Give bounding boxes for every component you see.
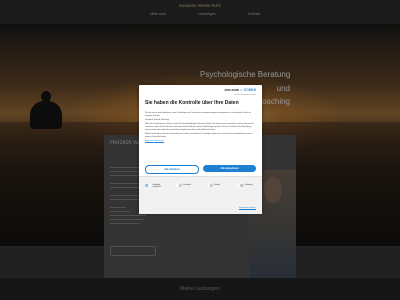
toggle-label: Marketing (244, 184, 253, 186)
toggle-label: Unbedingt erforderlich (152, 184, 161, 188)
brand-onecom-logo: one.com (224, 88, 239, 92)
brand-ccm19-logo: CCM19 (243, 88, 256, 92)
imprint-link[interactable]: Impressum (145, 140, 154, 142)
brand-separator: x (240, 88, 243, 92)
consent-paragraph: Wenn Sie auf „Akzeptieren“ klicken, erte… (145, 123, 254, 131)
consent-title: Sie haben die Kontrolle über Ihre Daten (145, 100, 239, 106)
accept-all-button[interactable]: Alle akzeptieren (203, 165, 256, 172)
consent-toggles: Unbedingt erforderlich Funktional Statis… (145, 184, 256, 188)
brand-subtitle: Consent Management Provider (233, 95, 256, 96)
consent-links: Impressum Datenschutz (145, 140, 256, 143)
toggle-required[interactable]: Unbedingt erforderlich (145, 184, 163, 188)
toggle-switch[interactable] (145, 184, 151, 188)
consent-options: Unbedingt erforderlich Funktional Statis… (139, 176, 262, 214)
toggle-label: Statistik (214, 184, 221, 186)
consent-brand: one.com x CCM19 (224, 88, 256, 92)
consent-paragraph: Weitere Informationen über die Verwendun… (145, 133, 253, 138)
save-settings-link[interactable]: Einstellungen speichern (239, 207, 256, 210)
toggle-knob (207, 184, 210, 187)
toggle-label: Funktional (183, 184, 192, 186)
toggle-statistics[interactable]: Statistik (206, 184, 225, 188)
consent-body: Wir und unsere Geschäftspartner nutzen T… (145, 112, 256, 144)
decline-all-button[interactable]: Alle ablehnen (145, 165, 199, 174)
toggle-switch[interactable] (175, 184, 182, 188)
toggle-knob (148, 184, 151, 187)
toggle-functional[interactable]: Funktional (175, 184, 194, 188)
toggle-switch[interactable] (237, 184, 244, 188)
toggle-marketing[interactable]: Marketing (237, 184, 256, 188)
consent-paragraph: Wir und unsere Geschäftspartner nutzen T… (145, 112, 251, 117)
consent-purposes: Funktional, Statistik, Marketing (145, 119, 169, 121)
toggle-knob (237, 184, 241, 187)
cookie-consent-dialog: one.com x CCM19 Consent Management Provi… (139, 85, 262, 214)
privacy-link[interactable]: Datenschutz (154, 140, 164, 142)
toggle-switch[interactable] (206, 184, 213, 188)
toggle-knob (176, 184, 179, 187)
